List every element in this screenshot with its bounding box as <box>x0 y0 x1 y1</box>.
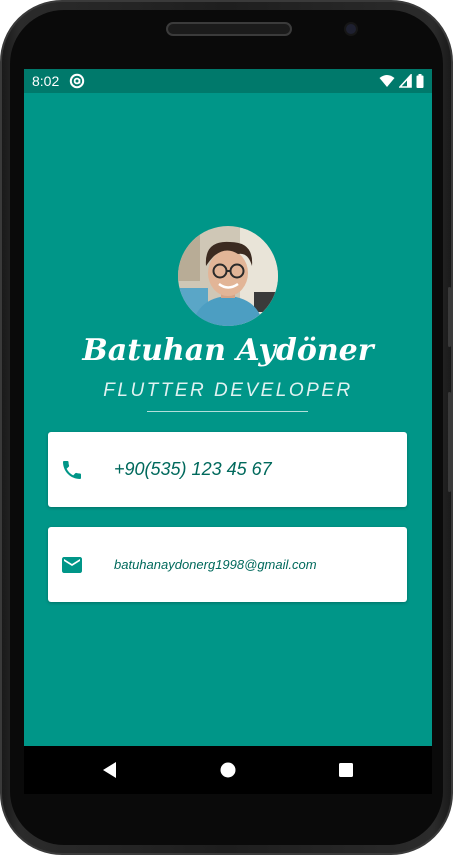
avatar <box>178 226 278 326</box>
email-icon <box>60 553 84 577</box>
email-card[interactable]: batuhanaydonerg1998@gmail.com <box>48 527 407 602</box>
at-sign-icon <box>69 73 85 89</box>
profile-name: Batuhan Aydöner <box>82 333 374 368</box>
app-screen: 8:02 Batuhan Aydöner FLUTTER DEVELOPER +… <box>24 69 432 794</box>
status-time: 8:02 <box>32 73 60 89</box>
wifi-icon <box>379 74 395 88</box>
profile-title: FLUTTER DEVELOPER <box>103 380 353 401</box>
profile-photo <box>178 226 278 326</box>
navigation-bar <box>24 746 432 794</box>
status-icons <box>379 74 424 88</box>
phone-number: +90(535) 123 45 67 <box>114 459 272 479</box>
status-bar: 8:02 <box>24 69 432 93</box>
phone-icon <box>60 458 84 482</box>
front-camera <box>346 24 356 34</box>
recents-icon[interactable] <box>334 758 358 782</box>
earpiece-speaker <box>166 22 292 36</box>
power-button <box>448 392 451 492</box>
title-divider <box>147 411 308 412</box>
email-address: batuhanaydonerg1998@gmail.com <box>114 557 317 572</box>
back-icon[interactable] <box>98 758 122 782</box>
battery-icon <box>416 74 424 88</box>
phone-card[interactable]: +90(535) 123 45 67 <box>48 432 407 507</box>
home-icon[interactable] <box>216 758 240 782</box>
cellular-signal-icon <box>399 74 412 88</box>
volume-button <box>448 287 451 347</box>
